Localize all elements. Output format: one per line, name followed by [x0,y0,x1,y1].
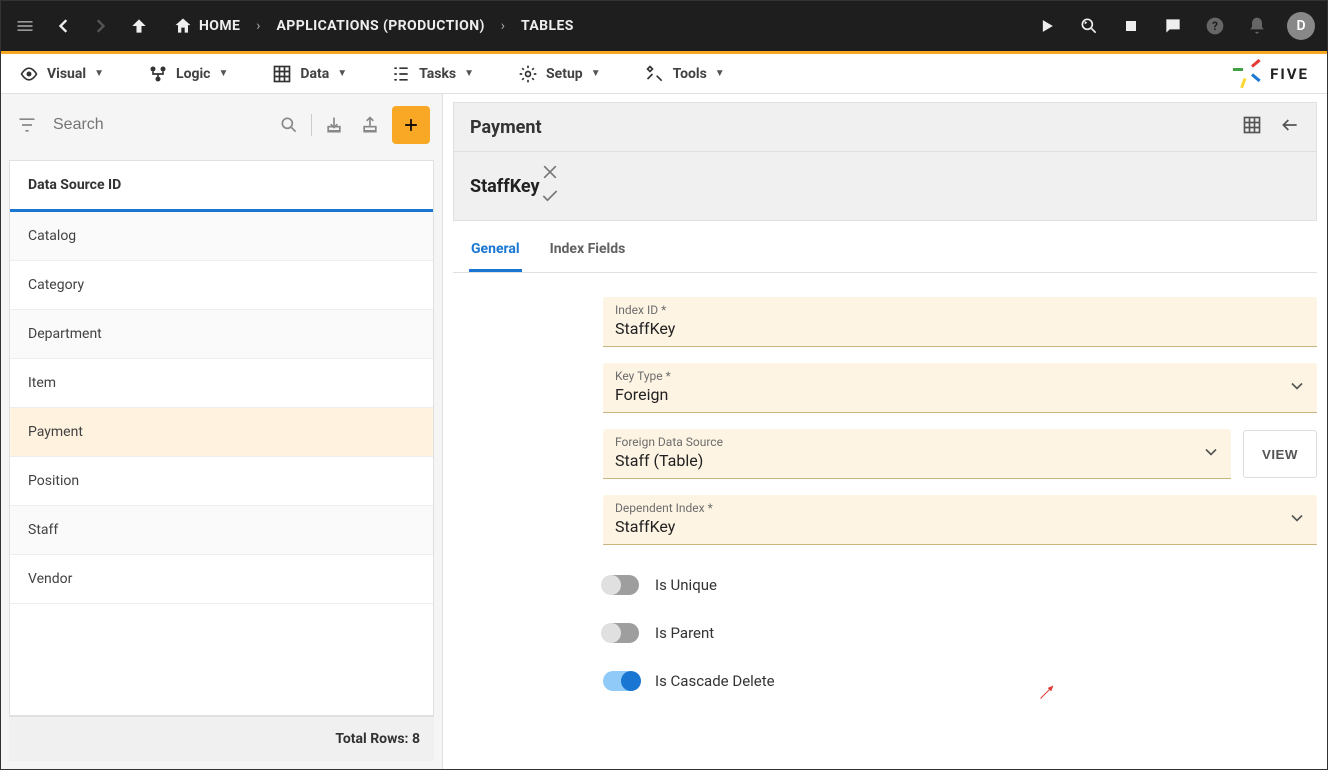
home-icon [173,16,193,36]
back-arrow-icon[interactable] [1280,115,1300,139]
avatar[interactable]: D [1287,12,1315,40]
search-icon[interactable] [275,111,303,139]
bell-icon[interactable] [1245,14,1269,38]
field-dep-index[interactable]: Dependent Index * StaffKey [603,495,1317,545]
toggle-parent[interactable] [603,623,639,643]
list-item[interactable]: Staff [10,506,433,555]
breadcrumb-sep: › [256,18,260,34]
confirm-icon[interactable] [540,186,560,210]
breadcrumb-sep: › [501,18,505,34]
list-item[interactable]: Payment [10,408,433,457]
chevron-down-icon [1287,376,1307,400]
list-item[interactable]: Position [10,457,433,506]
filter-icon[interactable] [13,111,41,139]
tab-index-fields[interactable]: Index Fields [548,229,628,272]
toggle-cascade-label: Is Cascade Delete [655,672,775,690]
chevron-down-icon [1287,508,1307,532]
toggle-unique-label: Is Unique [655,576,717,594]
brand: FIVE [1242,63,1309,85]
download-icon[interactable] [320,111,348,139]
play-icon[interactable] [1035,14,1059,38]
breadcrumb-apps[interactable]: APPLICATIONS (PRODUCTION) [277,18,485,34]
list-item[interactable]: Item [10,359,433,408]
help-icon[interactable]: ? [1203,14,1227,38]
menu-logic[interactable]: Logic▼ [148,64,228,84]
close-icon[interactable] [540,162,560,186]
list-header[interactable]: Data Source ID [10,161,433,212]
grid-icon[interactable] [1242,115,1262,139]
upload-icon[interactable] [356,111,384,139]
svg-text:?: ? [1212,19,1218,33]
menu-data[interactable]: Data▼ [272,64,347,84]
chevron-down-icon [1201,442,1221,466]
menu-tools[interactable]: Tools▼ [645,64,725,84]
brand-icon [1242,63,1264,85]
toggle-unique[interactable] [603,575,639,595]
up-icon[interactable] [127,14,151,38]
field-foreign-ds[interactable]: Foreign Data Source Staff (Table) [603,429,1231,479]
chat-icon[interactable] [1161,14,1185,38]
add-button[interactable] [392,106,430,144]
menu-visual[interactable]: Visual▼ [19,64,104,84]
page-title: Payment [470,117,542,138]
sub-title: StaffKey [470,176,540,197]
toggle-parent-label: Is Parent [655,624,714,642]
list-item[interactable]: Department [10,310,433,359]
hamburger-icon[interactable] [13,14,37,38]
data-source-list: Data Source ID CatalogCategoryDepartment… [9,160,434,716]
stop-icon[interactable] [1119,14,1143,38]
list-item[interactable]: Category [10,261,433,310]
inspect-icon[interactable] [1077,14,1101,38]
field-key-type[interactable]: Key Type * Foreign [603,363,1317,413]
list-item[interactable]: Catalog [10,212,433,261]
list-item[interactable]: Vendor [10,555,433,604]
toggle-cascade[interactable] [603,671,639,691]
menu-tasks[interactable]: Tasks▼ [391,64,474,84]
list-footer: Total Rows: 8 [9,716,434,761]
menu-setup[interactable]: Setup▼ [518,64,601,84]
breadcrumb-tables[interactable]: TABLES [521,18,574,34]
forward-icon [89,14,113,38]
tab-general[interactable]: General [469,229,522,272]
annotation-arrow [1038,681,1058,705]
field-index-id[interactable]: Index ID * StaffKey [603,297,1317,347]
view-button[interactable]: VIEW [1243,430,1317,478]
breadcrumb-home[interactable]: HOME [199,18,240,34]
back-icon[interactable] [51,14,75,38]
search-input[interactable] [49,108,267,142]
